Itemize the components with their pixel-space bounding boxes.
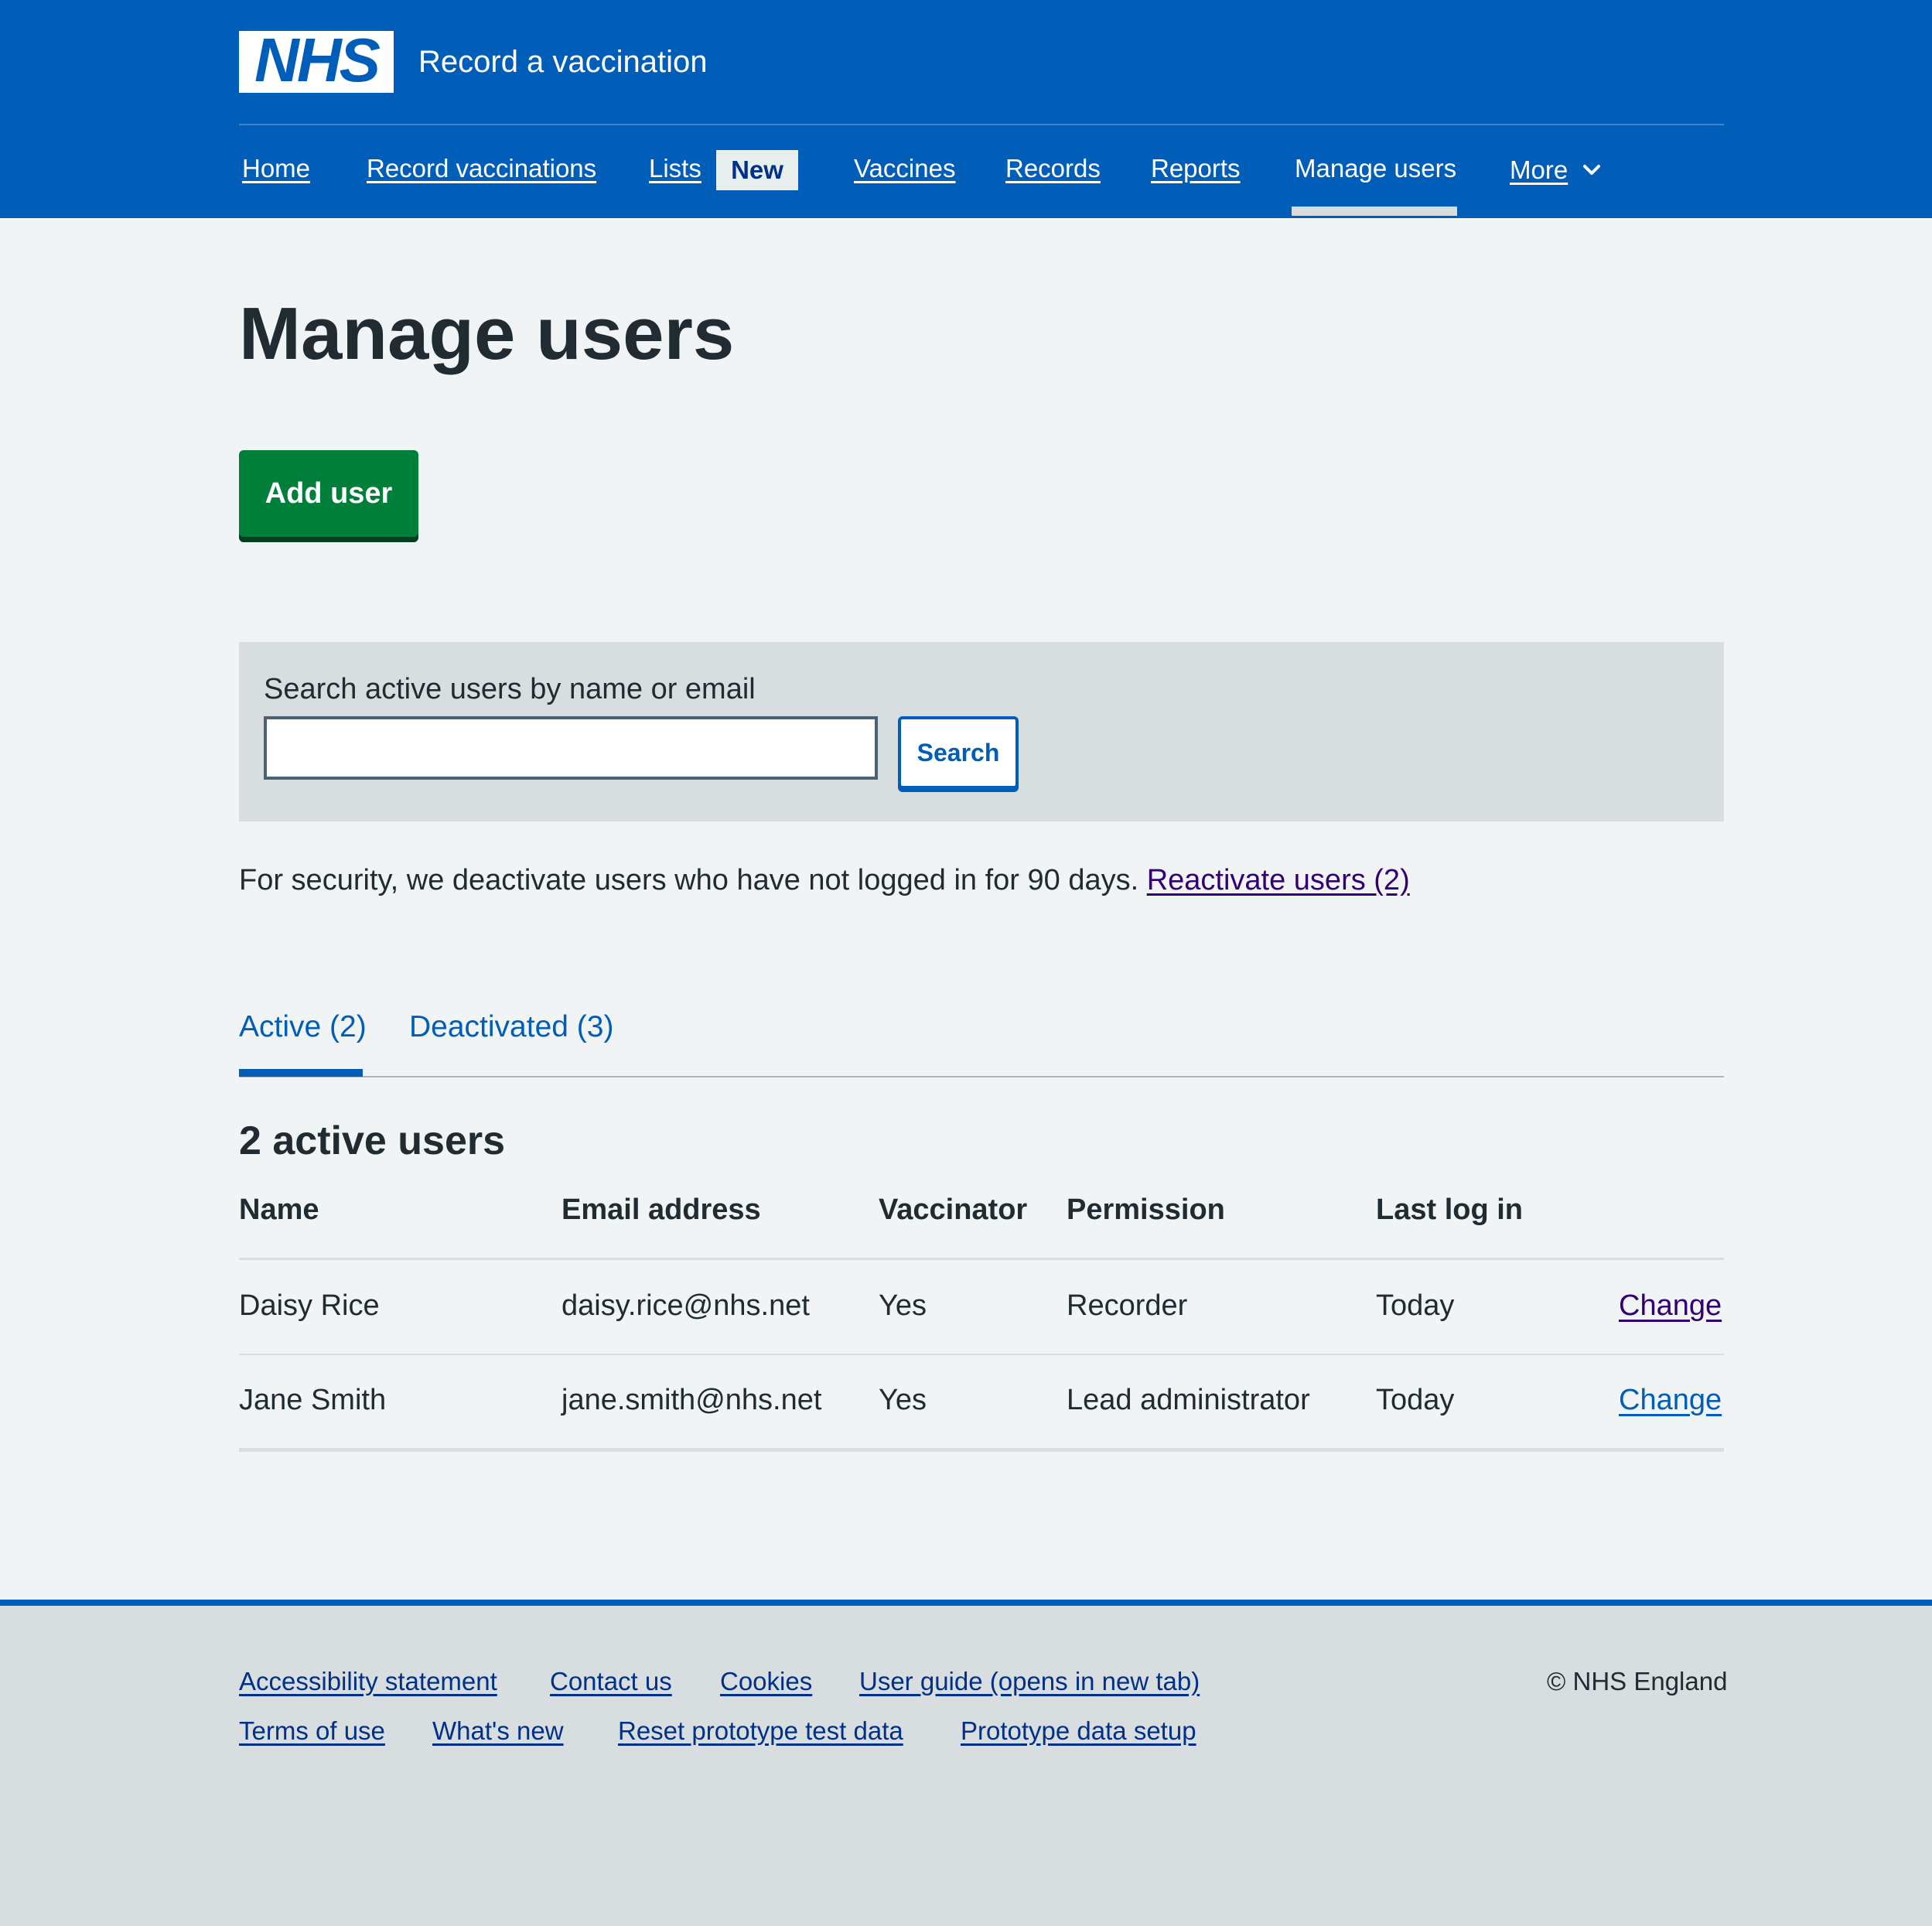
tab-deactivated[interactable]: Deactivated (3) [409, 1006, 613, 1049]
nav-more[interactable]: More [1510, 152, 1568, 189]
change-link-jane-smith[interactable]: Change [1619, 1378, 1722, 1422]
security-notice-text: For security, we deactivate users who ha… [239, 864, 1139, 896]
cell-email: daisy.rice@nhs.net [562, 1289, 810, 1322]
nav-current-indicator [1292, 207, 1457, 216]
service-name[interactable]: Record a vaccination [418, 40, 708, 84]
chevron-down-icon[interactable] [1582, 160, 1602, 180]
table-bottom-border [239, 1448, 1724, 1452]
reactivate-users-link[interactable]: Reactivate users (2) [1147, 864, 1410, 896]
search-input[interactable] [264, 716, 878, 780]
change-link-daisy-rice[interactable]: Change [1619, 1284, 1722, 1327]
nhs-logo-text: NHS [254, 26, 381, 94]
nav-reports[interactable]: Reports [1151, 150, 1241, 187]
table-header-divider [239, 1258, 1724, 1260]
cell-last-login: Today [1376, 1289, 1455, 1322]
cell-last-login: Today [1376, 1384, 1455, 1416]
column-header-name: Name [239, 1194, 319, 1226]
footer-link-accessibility[interactable]: Accessibility statement [239, 1663, 497, 1700]
header-divider [239, 124, 1724, 125]
nav-record-vaccinations[interactable]: Record vaccinations [367, 150, 596, 187]
footer-link-contact[interactable]: Contact us [550, 1663, 672, 1700]
new-tag: New [716, 150, 798, 190]
footer-link-whats-new[interactable]: What's new [432, 1713, 564, 1750]
column-header-last-login: Last log in [1376, 1194, 1523, 1226]
nav-home[interactable]: Home [242, 150, 310, 187]
footer-link-cookies[interactable]: Cookies [720, 1663, 812, 1700]
nhs-logo[interactable]: NHS [239, 26, 394, 94]
column-header-vaccinator: Vaccinator [879, 1194, 1028, 1226]
cell-name: Daisy Rice [239, 1289, 380, 1322]
site-footer: Accessibility statement Contact us Cooki… [0, 1600, 1932, 1926]
security-notice: For security, we deactivate users who ha… [239, 859, 1410, 902]
nav-lists[interactable]: Lists [649, 150, 701, 187]
cell-vaccinator: Yes [879, 1289, 927, 1322]
add-user-button[interactable]: Add user [239, 450, 418, 537]
nav-vaccines[interactable]: Vaccines [854, 150, 955, 187]
cell-permission: Recorder [1067, 1289, 1188, 1322]
footer-link-terms[interactable]: Terms of use [239, 1713, 385, 1750]
search-label: Search active users by name or email [264, 673, 756, 705]
site-header: NHS Record a vaccination Home Record vac… [0, 0, 1932, 218]
footer-link-user-guide[interactable]: User guide (opens in new tab) [859, 1663, 1200, 1700]
search-panel: Search active users by name or email Sea… [239, 642, 1724, 821]
cell-vaccinator: Yes [879, 1384, 927, 1416]
tab-active[interactable]: Active (2) [239, 1006, 367, 1049]
footer-link-reset-data[interactable]: Reset prototype test data [618, 1713, 903, 1750]
tab-active-indicator [239, 1069, 363, 1077]
footer-link-data-setup[interactable]: Prototype data setup [961, 1713, 1196, 1750]
cell-email: jane.smith@nhs.net [562, 1384, 822, 1416]
tabs-divider [239, 1076, 1724, 1077]
nav-manage-users[interactable]: Manage users [1295, 150, 1456, 187]
column-header-permission: Permission [1067, 1194, 1225, 1226]
copyright: © NHS England [1547, 1667, 1728, 1695]
nav-records[interactable]: Records [1005, 150, 1101, 187]
section-heading: 2 active users [239, 1118, 506, 1163]
table-row-divider [239, 1354, 1724, 1355]
cell-name: Jane Smith [239, 1384, 387, 1416]
search-button[interactable]: Search [898, 716, 1019, 789]
cell-permission: Lead administrator [1067, 1384, 1310, 1416]
page-title: Manage users [239, 292, 735, 375]
column-header-email: Email address [562, 1194, 761, 1226]
